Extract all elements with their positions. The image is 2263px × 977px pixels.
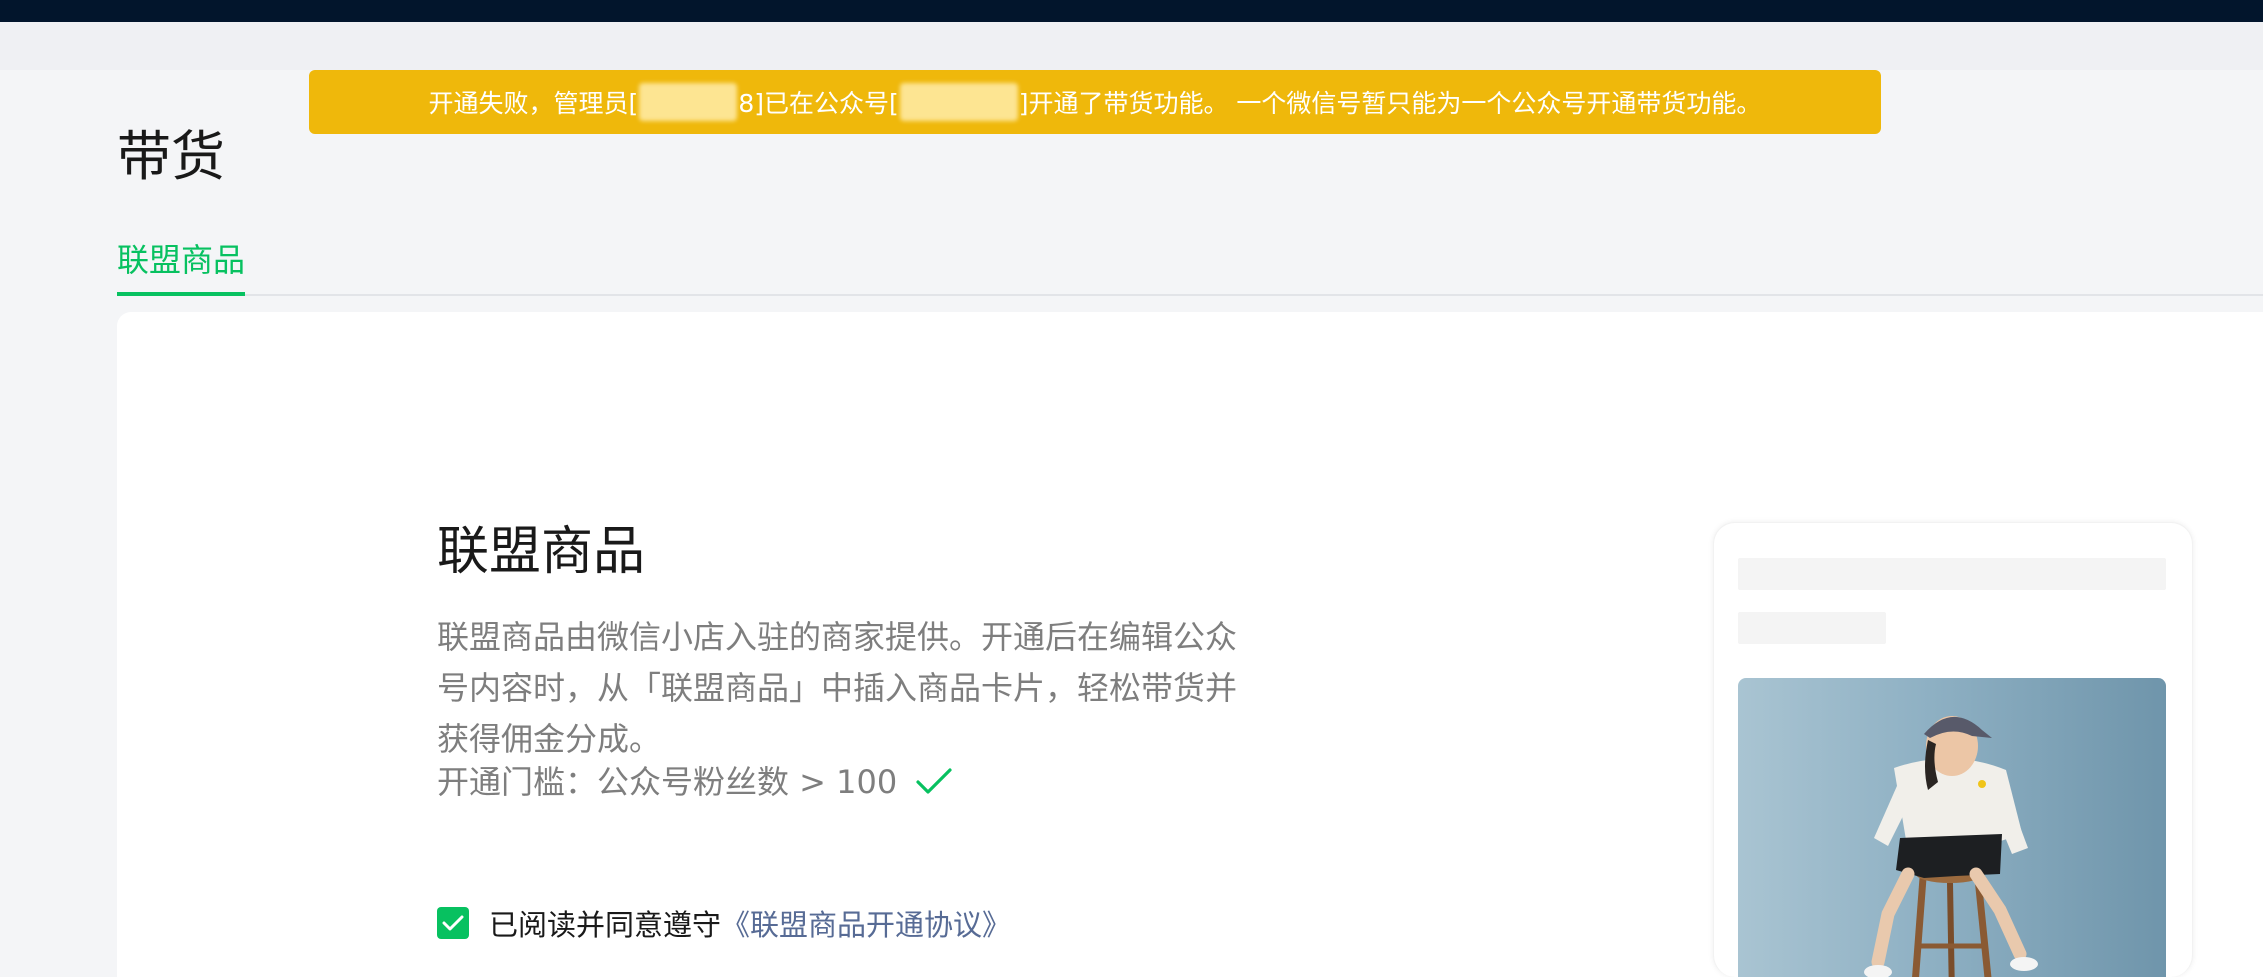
redacted-admin-id xyxy=(639,83,738,121)
checkmark-icon xyxy=(442,915,464,931)
card-description: 联盟商品由微信小店入驻的商家提供。开通后在编辑公众号内容时，从「联盟商品」中插入… xyxy=(437,618,1238,758)
error-alert-banner: 开通失败，管理员[ 8]已在公众号[ ]开通了带货功能。 一个微信号暂只能为一个… xyxy=(309,70,1881,134)
skeleton-line xyxy=(1738,558,2166,590)
page-title: 带货 xyxy=(117,125,225,188)
product-image xyxy=(1738,678,2166,977)
secondary-bar xyxy=(0,22,2263,70)
alert-text-part2: 8]已在公众号[ xyxy=(738,89,899,118)
agreement-checkbox[interactable] xyxy=(437,907,469,939)
threshold-row: 开通门槛：公众号粉丝数 > 100 xyxy=(437,766,953,798)
alliance-products-card: 联盟商品 联盟商品由微信小店入驻的商家提供。开通后在编辑公众号内容时，从「联盟商… xyxy=(117,312,2263,977)
agreement-row: 已阅读并同意遵守《联盟商品开通协议》 xyxy=(437,902,1011,944)
agreement-prefix: 已阅读并同意遵守 xyxy=(489,908,722,942)
product-model-illustration xyxy=(1864,716,2038,977)
agreement-link[interactable]: 《联盟商品开通协议》 xyxy=(721,908,1011,942)
alert-text-part3: ]开通了带货功能。 一个微信号暂只能为一个公众号开通带货功能。 xyxy=(1018,89,1762,118)
preview-phone-mockup xyxy=(1713,522,2193,977)
alert-text-part1: 开通失败，管理员[ xyxy=(428,89,639,118)
top-navigation-bar xyxy=(0,0,2263,22)
skeleton-line-short xyxy=(1738,612,1886,644)
tab-bar: 联盟商品 xyxy=(117,240,2263,296)
agreement-text: 已阅读并同意遵守《联盟商品开通协议》 xyxy=(489,902,1011,944)
card-title: 联盟商品 xyxy=(437,522,646,582)
tab-alliance-products[interactable]: 联盟商品 xyxy=(117,240,246,296)
check-icon xyxy=(916,768,952,794)
redacted-account-name xyxy=(899,83,1018,121)
threshold-text: 开通门槛：公众号粉丝数 > 100 xyxy=(437,763,898,801)
